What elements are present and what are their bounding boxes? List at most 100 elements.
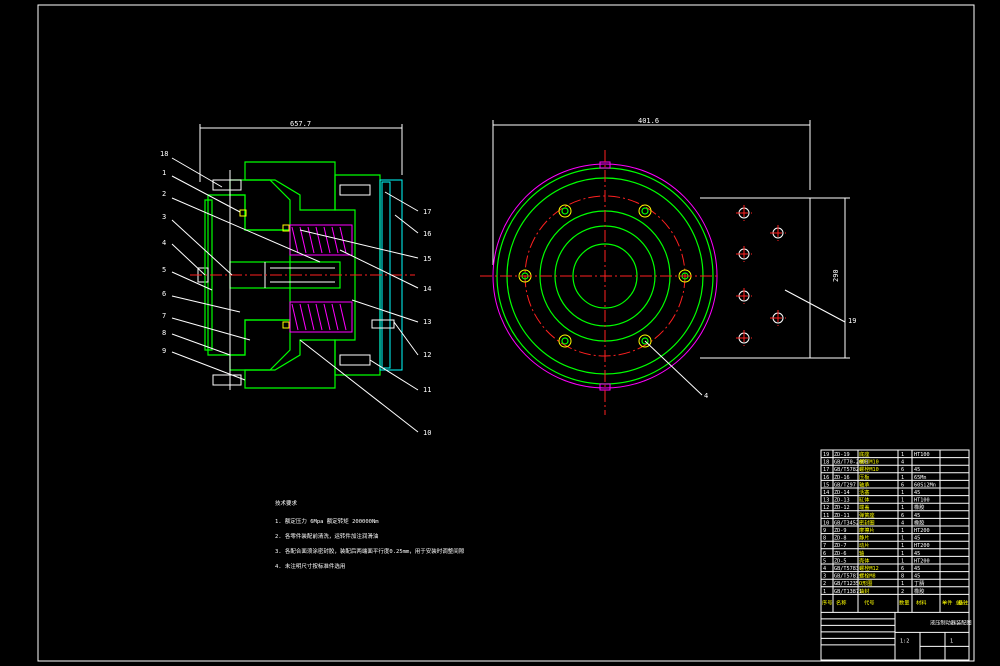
bom-row-qty: 1: [901, 490, 904, 496]
bom-row-name: 摩擦片: [859, 526, 875, 534]
bom-row-qty: 2: [901, 589, 904, 595]
bom-row-code: ZD-16: [834, 475, 850, 481]
bom-row-code: ZD-14: [834, 490, 850, 496]
bom-row-no: 17: [823, 467, 829, 473]
bom-drawing-title: 液压制动器装配图: [930, 618, 972, 626]
bom-row-code: ZD-19: [834, 452, 850, 458]
bom-row-qty: 6: [901, 482, 904, 488]
bom-row-name: 缸体: [859, 496, 870, 504]
bom-row-qty: 1: [901, 505, 904, 511]
balloon-18: 18: [160, 150, 168, 158]
balloon-14: 14: [423, 285, 431, 293]
bom-row-name: 螺钉M10: [859, 458, 879, 466]
bom-row-no: 7: [823, 543, 826, 549]
bom-row-qty: 1: [901, 551, 904, 557]
bom-row-qty: 1: [901, 536, 904, 542]
balloons-left: 18 1 2 3 4 5 6 7 8 9: [160, 150, 168, 355]
bom-row-material: 45: [914, 513, 920, 519]
bom-row-no: 11: [823, 513, 829, 519]
section-view: 657.7 18 1 2 3 4 5 6 7 8 9 17 16 15 14 1…: [160, 120, 431, 437]
bom-row-name: 端盖: [859, 503, 869, 511]
balloon-3: 3: [162, 213, 166, 221]
dim-left-width: 657.7: [290, 120, 311, 128]
balloon-4: 4: [162, 239, 166, 247]
bom-row-qty: 1: [901, 452, 904, 458]
bom-row-no: 14: [823, 490, 829, 496]
bom-row-material: 45: [914, 490, 920, 496]
bom-row-no: 2: [823, 581, 826, 587]
balloon-8: 8: [162, 329, 166, 337]
balloon-15: 15: [423, 255, 431, 263]
bom-row-material: 丁腈: [914, 579, 924, 587]
bom-row-name: 螺栓M10: [859, 465, 879, 473]
balloon-13: 13: [423, 318, 431, 326]
bom-header-code: 代号: [864, 598, 874, 606]
bom-row-no: 8: [823, 536, 826, 542]
bom-row-name: O形圈: [859, 579, 873, 587]
plan-view: 401.6 290 19 4: [480, 117, 856, 415]
bom-row-name: 底座: [859, 450, 869, 458]
bom-row-qty: 1: [901, 475, 904, 481]
note-line-2: 2. 各零件装配前清洗，运转件加注润滑油: [275, 532, 379, 540]
balloon-6: 6: [162, 290, 166, 298]
bom-row-name: 螺栓M8: [859, 572, 876, 580]
bom-row-code: ZD-9: [834, 528, 847, 534]
bom-row-qty: 1: [901, 528, 904, 534]
bom-row-qty: 1: [901, 581, 904, 587]
bom-row-no: 16: [823, 475, 829, 481]
notes-title: 技术要求: [275, 499, 298, 507]
note-line-1: 1. 额定压力 6Mpa 额定转矩 200000Nm: [275, 517, 379, 525]
bom-row-material: HT200: [914, 528, 930, 534]
bom-row-no: 3: [823, 574, 826, 580]
bom-row-material: 45: [914, 536, 920, 542]
bom-row-material: 45: [914, 467, 920, 473]
bom-row-no: 18: [823, 460, 829, 466]
bom-row-name: 轴: [859, 549, 864, 557]
bom-table: 19 ZD-19 底座 1 HT10018 GB/T70-2000螺钉M10 417 GB/T…: [820, 449, 972, 661]
bom-row-qty: 1: [901, 543, 904, 549]
bom-row-no: 12: [823, 505, 829, 511]
balloon-16: 16: [423, 230, 431, 238]
balloon-9: 9: [162, 347, 166, 355]
bom-row-name: 壳体: [859, 556, 870, 564]
bom-row-no: 6: [823, 551, 826, 557]
balloon-12: 12: [423, 351, 431, 359]
bom-row-qty: 4: [901, 520, 904, 526]
drawing-canvas: 657.7 18 1 2 3 4 5 6 7 8 9 17 16 15 14 1…: [0, 0, 1000, 666]
balloon-plan-4: 4: [704, 392, 708, 400]
bom-row-code: GB/T3452: [834, 520, 859, 526]
bom-row-name: 螺栓M12: [859, 564, 879, 572]
bom-row-name: 弹簧座: [859, 511, 875, 519]
bom-row-code: ZD-11: [834, 513, 850, 519]
bom-row-no: 10: [823, 520, 829, 526]
bom-row-material: HT100: [914, 452, 930, 458]
bom-row-no: 1: [823, 589, 826, 595]
bom-row-qty: 8: [901, 574, 904, 580]
bom-row-code: ZD-8: [834, 536, 847, 542]
dim-right-height: 290: [832, 269, 840, 282]
bom-row-name: 轴承: [859, 480, 870, 488]
bom-row-code: GB/T5782: [834, 467, 859, 473]
technical-notes: 技术要求 1. 额定压力 6Mpa 额定转矩 200000Nm 2. 各零件装配…: [275, 499, 465, 570]
bom-row-code: ZD-13: [834, 498, 850, 504]
bom-row-code: GB/T5781: [834, 574, 859, 580]
note-line-4: 4. 未注明尺寸按标准件选用: [275, 562, 345, 570]
bom-header-name: 名称: [836, 598, 846, 606]
bom-row-qty: 6: [901, 513, 904, 519]
bom-row-no: 5: [823, 558, 826, 564]
balloon-17: 17: [423, 208, 431, 216]
bom-row-code: ZD-12: [834, 505, 850, 511]
bom-row-no: 13: [823, 498, 829, 504]
bom-row-code: ZD-6: [834, 551, 847, 557]
bom-header-no: 序号: [822, 598, 832, 606]
bom-row-qty: 4: [901, 460, 904, 466]
bom-row-no: 9: [823, 528, 826, 534]
cad-drawing: 657.7 18 1 2 3 4 5 6 7 8 9 17 16 15 14 1…: [37, 4, 975, 662]
balloon-11: 11: [423, 386, 431, 394]
bom-header-material: 材料: [916, 598, 926, 606]
balloons-right: 17 16 15 14 13 12 11 10: [423, 208, 431, 437]
bom-row-no: 15: [823, 482, 829, 488]
bom-row-material: HT100: [914, 498, 930, 504]
bom-row-code: GB/T1235: [834, 581, 859, 587]
bom-row-qty: 6: [901, 467, 904, 473]
